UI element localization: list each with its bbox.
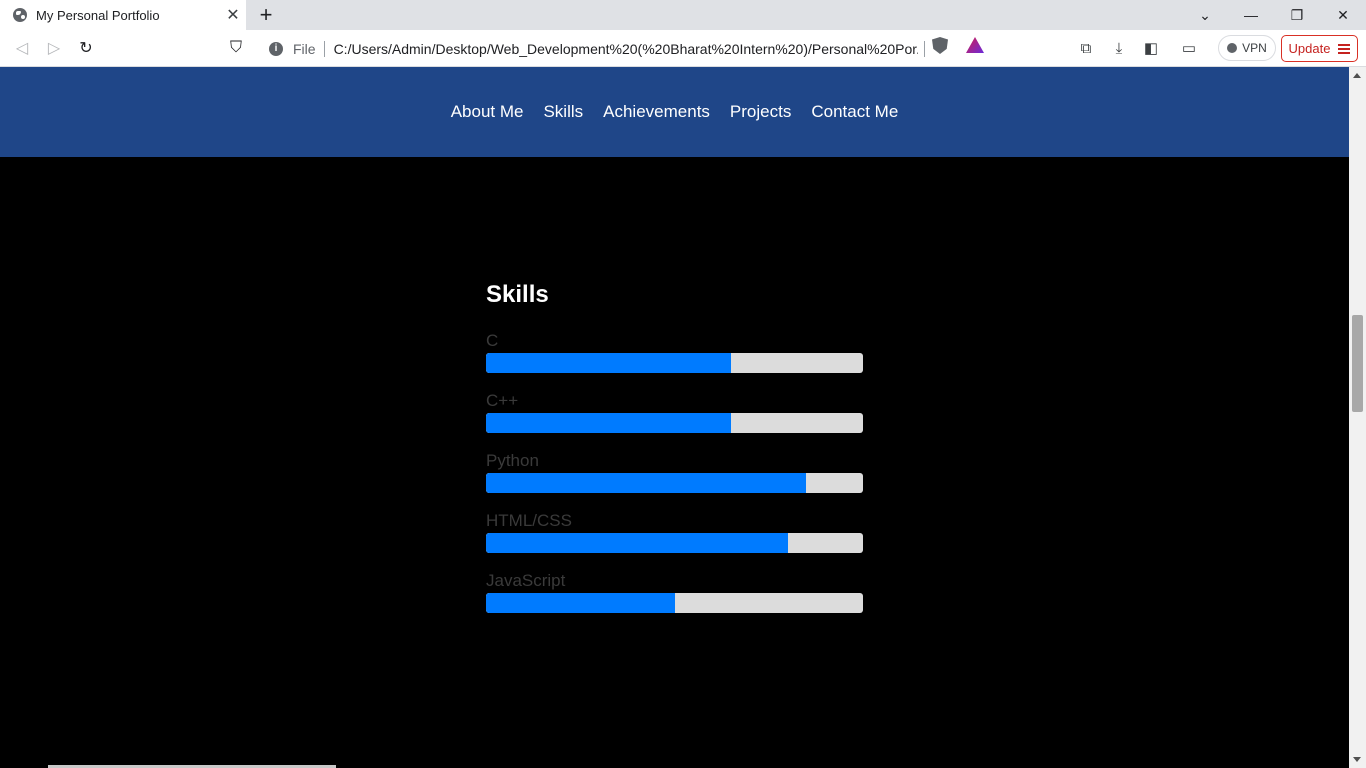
skill-name: HTML/CSS: [486, 511, 572, 530]
bookmark-icon[interactable]: ⛉: [224, 37, 248, 59]
download-icon[interactable]: ⤓: [1108, 37, 1130, 59]
skill-progress-bar: [486, 353, 863, 373]
globe-icon: [13, 8, 27, 22]
skill-name: C: [486, 331, 499, 350]
minimize-button[interactable]: —: [1228, 0, 1274, 30]
tab-close-icon[interactable]: ✕: [222, 4, 244, 26]
skills-heading: Skills: [486, 281, 549, 308]
skill-item: HTML/CSS: [486, 511, 863, 553]
chevron-down-icon[interactable]: ⌄: [1182, 0, 1228, 30]
skills-section: Skills C C++ Python HTML/CSS JavaScript: [486, 281, 863, 631]
skill-name: JavaScript: [486, 571, 566, 590]
vertical-scrollbar[interactable]: [1349, 67, 1366, 768]
skill-progress-fill: [486, 353, 732, 373]
nav-link-skills[interactable]: Skills: [543, 102, 583, 122]
vpn-button[interactable]: VPN: [1218, 35, 1276, 61]
reload-icon[interactable]: ↻: [74, 37, 98, 59]
tab-strip: My Personal Portfolio ✕ + ⌄ — ❐ ✕: [0, 0, 1366, 30]
scroll-up-arrow-icon[interactable]: [1353, 73, 1361, 78]
skill-item: Python: [486, 451, 863, 493]
nav-link-projects[interactable]: Projects: [730, 102, 791, 122]
nav-link-about-me[interactable]: About Me: [451, 102, 524, 122]
scrollbar-thumb[interactable]: [1352, 315, 1363, 412]
back-icon[interactable]: ◁: [10, 37, 34, 59]
skill-progress-bar: [486, 413, 863, 433]
close-window-button[interactable]: ✕: [1320, 0, 1366, 30]
skill-item: JavaScript: [486, 571, 863, 613]
page-viewport: About Me Skills Achievements Projects Co…: [0, 67, 1349, 768]
skill-progress-fill: [486, 473, 807, 493]
wallet-icon[interactable]: ▭: [1178, 37, 1200, 59]
site-navigation: About Me Skills Achievements Projects Co…: [0, 67, 1349, 157]
browser-toolbar: ◁ ▷ ↻ ⛉ i File C:/Users/Admin/Desktop/We…: [0, 30, 1366, 67]
omnibox-divider: [923, 40, 925, 57]
address-bar[interactable]: i File C:/Users/Admin/Desktop/Web_Develo…: [258, 34, 993, 63]
skill-name: C++: [486, 391, 519, 410]
tab-title: My Personal Portfolio: [36, 7, 160, 23]
nav-link-achievements[interactable]: Achievements: [603, 102, 710, 122]
vpn-label: VPN: [1242, 41, 1267, 55]
update-button[interactable]: Update: [1281, 35, 1358, 62]
url-text[interactable]: C:/Users/Admin/Desktop/Web_Development%2…: [334, 41, 918, 57]
sidebar-icon[interactable]: ◧: [1140, 37, 1162, 59]
skill-progress-bar: [486, 473, 863, 493]
skill-progress-fill: [486, 413, 732, 433]
vpn-status-icon: [1227, 43, 1238, 53]
skill-item: C: [486, 331, 863, 373]
nav-link-contact-me[interactable]: Contact Me: [811, 102, 898, 122]
restore-button[interactable]: ❐: [1274, 0, 1320, 30]
new-tab-button[interactable]: +: [254, 3, 278, 27]
skill-progress-fill: [486, 593, 675, 613]
file-scheme-label: File: [293, 40, 325, 57]
extensions-icon[interactable]: ⧉: [1075, 37, 1097, 59]
active-tab[interactable]: My Personal Portfolio ✕: [0, 0, 246, 30]
update-label: Update: [1288, 41, 1331, 56]
skill-progress-fill: [486, 533, 788, 553]
info-icon[interactable]: i: [269, 41, 283, 56]
skill-progress-bar: [486, 593, 863, 613]
scroll-down-arrow-icon[interactable]: [1353, 757, 1361, 762]
skill-name: Python: [486, 451, 539, 470]
skill-item: C++: [486, 391, 863, 433]
hamburger-menu-icon: [1338, 43, 1351, 54]
skill-progress-bar: [486, 533, 863, 553]
forward-icon[interactable]: ▷: [42, 37, 66, 59]
